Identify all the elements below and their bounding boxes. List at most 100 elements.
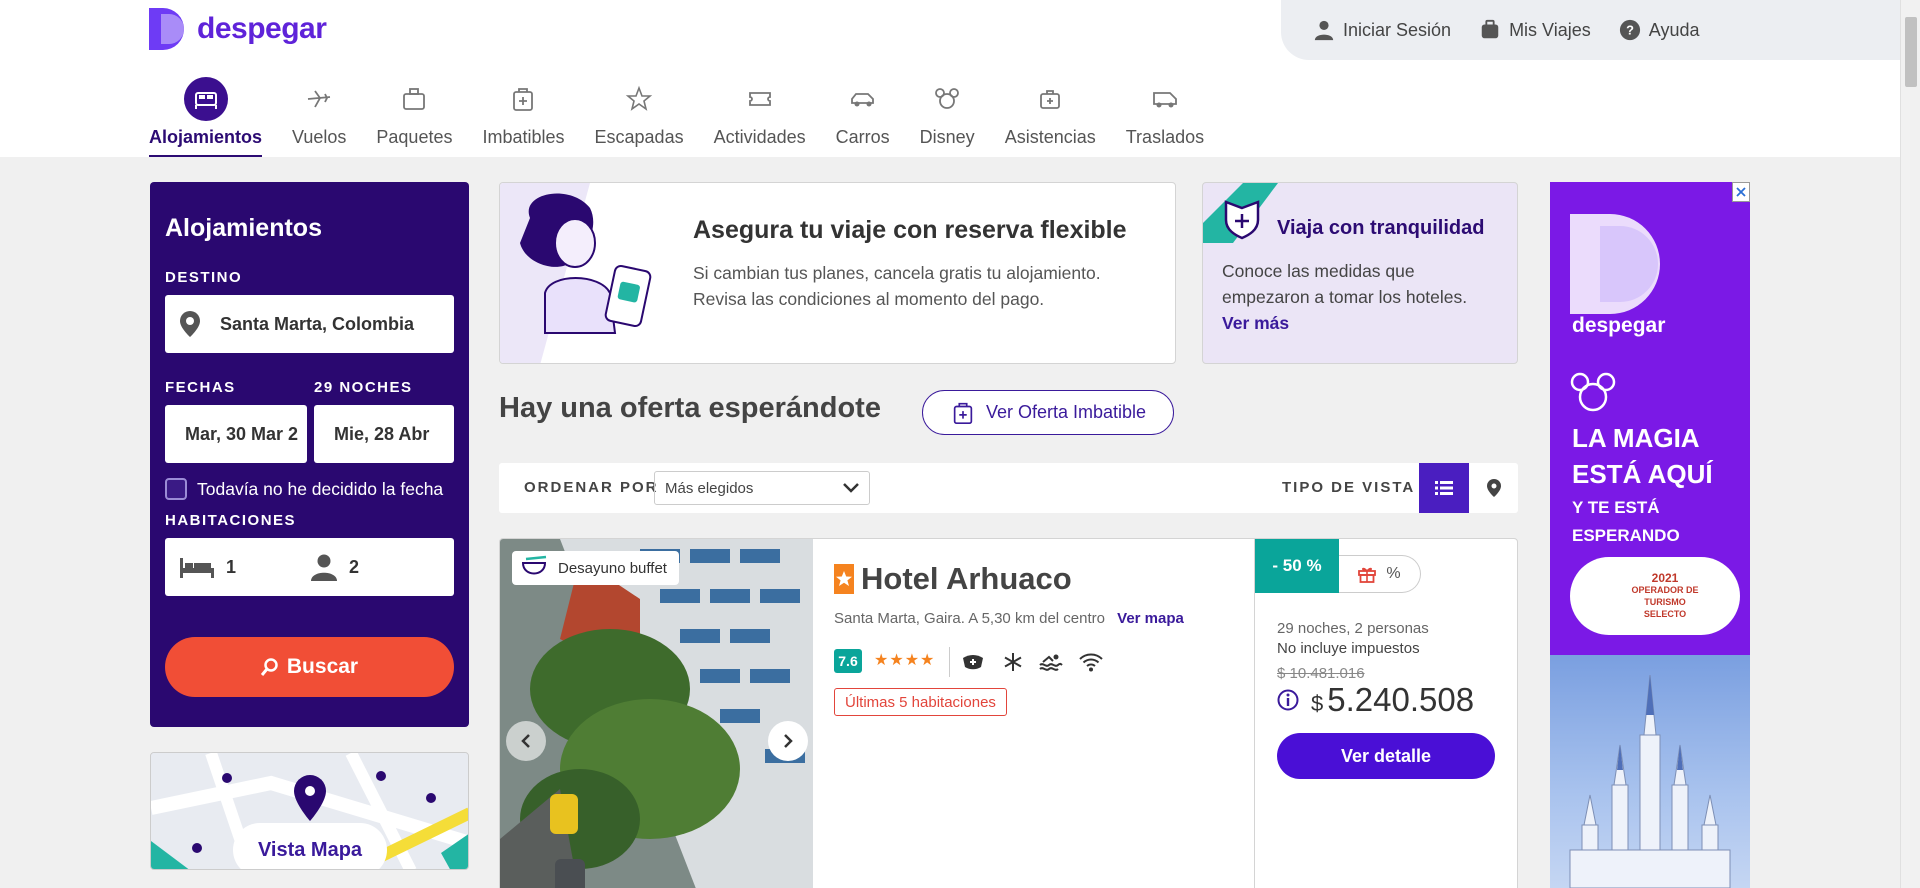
hotel-building-image (500, 539, 813, 888)
gift-percent: % (1386, 565, 1401, 582)
sort-bar: ORDENAR POR Más elegidos TIPO DE VISTA (499, 463, 1518, 513)
see-details-button[interactable]: Ver detalle (1277, 733, 1495, 779)
breakfast-badge: Desayuno buffet (512, 551, 679, 585)
dates-header: FECHAS 29 NOCHES (165, 379, 454, 396)
guest-icon (311, 554, 337, 581)
see-map-link[interactable]: Ver mapa (1117, 610, 1184, 627)
featured-star-badge (834, 564, 854, 594)
help-icon: ? (1619, 19, 1640, 41)
amenity-divider (949, 647, 950, 677)
login-link[interactable]: Iniciar Sesión (1313, 19, 1451, 41)
car-icon (841, 77, 885, 121)
nav-label: Traslados (1125, 127, 1205, 147)
nav-actividades[interactable]: Actividades (699, 77, 821, 157)
hotel-card[interactable]: Desayuno buffet Hotel Arhuaco Santa Mart… (499, 538, 1518, 888)
safety-more-link[interactable]: Ver más (1222, 313, 1289, 333)
safety-text: Conoce las medidas que empezaron a tomar… (1222, 261, 1468, 307)
hotel-name[interactable]: Hotel Arhuaco (861, 561, 1072, 597)
price-currency: $ (1311, 691, 1324, 716)
ad-close-button[interactable] (1732, 182, 1750, 202)
map-view-button[interactable]: Vista Mapa (233, 823, 387, 869)
safety-text-block: Conoce las medidas que empezaron a tomar… (1222, 258, 1507, 336)
search-title: Alojamientos (165, 214, 322, 242)
map-pin-icon (1486, 479, 1501, 497)
despegar-logo[interactable]: despegar (149, 8, 327, 50)
nav-carros[interactable]: Carros (821, 77, 905, 157)
tax-note: No incluye impuestos (1277, 640, 1420, 657)
view-type-label: TIPO DE VISTA (1282, 479, 1416, 496)
safety-banner[interactable]: Viaja con tranquilidad Conoce las medida… (1202, 182, 1518, 364)
map-view-card[interactable]: Vista Mapa (150, 752, 469, 870)
ad-logo-icon (1570, 214, 1660, 314)
search-button[interactable]: Buscar (165, 637, 454, 697)
ticket-icon (738, 77, 782, 121)
offer-button-label: Ver Oferta Imbatible (985, 402, 1147, 422)
chevron-down-icon (843, 483, 859, 493)
flexible-title: Asegura tu viaje con reserva flexible (693, 216, 1127, 244)
rooms-label: HABITACIONES (165, 512, 297, 529)
bed-icon (180, 558, 214, 578)
destination-label: DESTINO (165, 269, 243, 286)
help-link[interactable]: ? Ayuda (1619, 19, 1699, 41)
nav-alojamientos[interactable]: Alojamientos (149, 77, 277, 157)
undecided-row[interactable]: Todavía no he decidido la fecha (165, 478, 454, 500)
destination-field[interactable]: Santa Marta, Colombia (165, 295, 454, 353)
nav-label: Carros (835, 127, 890, 147)
price-amount: 5.240.508 (1327, 681, 1475, 718)
bed-icon (183, 77, 228, 121)
guests-value: 2 (349, 556, 360, 577)
old-price: $ 10.481.016 (1277, 665, 1365, 682)
offer-button[interactable]: Ver Oferta Imbatible (922, 390, 1174, 435)
nav-disney[interactable]: Disney (905, 77, 990, 157)
plane-icon (297, 77, 341, 121)
mickey-icon (925, 77, 969, 121)
nav-asistencias[interactable]: Asistencias (990, 77, 1111, 157)
prev-photo-button[interactable] (506, 721, 546, 761)
account-bar: Iniciar Sesión Mis Viajes ? Ayuda (1281, 0, 1900, 60)
info-icon[interactable] (1277, 689, 1299, 711)
sort-select[interactable]: Más elegidos (654, 471, 870, 505)
nav-label: Asistencias (1004, 127, 1096, 147)
disney-ad-banner[interactable]: despegar LA MAGIA ESTÁ AQUÍ Y TE ESTÁ ES… (1550, 182, 1750, 888)
checkin-field[interactable]: Mar, 30 Mar 2 (165, 405, 307, 463)
map-view-toggle[interactable] (1469, 463, 1518, 513)
hotel-location: Santa Marta, Gaira. A 5,30 km del centro… (834, 610, 1184, 627)
hotel-stars: ★★★★ (874, 652, 936, 669)
nav-escapadas[interactable]: Escapadas (580, 77, 699, 157)
dates-fields: Mar, 30 Mar 2 Mie, 28 Abr (165, 405, 454, 463)
next-photo-button[interactable] (768, 721, 808, 761)
user-icon (1314, 20, 1334, 41)
suitcase-icon (392, 77, 436, 121)
undecided-label: Todavía no he decidido la fecha (197, 478, 444, 499)
badge-text-block: 2021 OPERADOR DE TURISMO SELECTO (1625, 572, 1705, 620)
hotel-location-text: Santa Marta, Gaira. A 5,30 km del centro (834, 610, 1105, 627)
nav-label: Alojamientos (149, 127, 263, 147)
checkout-field[interactable]: Mie, 28 Abr (314, 405, 454, 463)
breakfast-label: Desayuno buffet (558, 559, 667, 577)
my-trips-link[interactable]: Mis Viajes (1479, 19, 1591, 41)
flexible-text: Si cambian tus planes, cancela gratis tu… (693, 263, 1101, 309)
tag-icon (501, 77, 545, 121)
flexible-booking-banner[interactable]: Asegura tu viaje con reserva flexible Si… (499, 182, 1176, 364)
logo-text: despegar (197, 12, 327, 45)
search-button-label: Buscar (286, 655, 359, 678)
nav-imbatibles[interactable]: Imbatibles (467, 77, 579, 157)
van-icon (1143, 77, 1187, 121)
my-trips-label: Mis Viajes (1509, 19, 1591, 40)
nav-paquetes[interactable]: Paquetes (361, 77, 467, 157)
nav-traslados[interactable]: Traslados (1111, 77, 1219, 157)
nav-vuelos[interactable]: Vuelos (277, 77, 361, 157)
scrollbar-thumb[interactable] (1905, 17, 1917, 87)
rooms-guests-field[interactable]: 1 2 (165, 538, 454, 596)
svg-text:?: ? (1626, 23, 1634, 38)
badge-year: 2021 (1651, 571, 1679, 585)
page-scrollbar[interactable] (1900, 0, 1920, 888)
destination-value: Santa Marta, Colombia (220, 313, 415, 334)
medkit-icon (1028, 77, 1072, 121)
discount-badge: - 50 % (1255, 539, 1339, 593)
hotel-photo[interactable]: Desayuno buffet (500, 539, 813, 888)
undecided-checkbox[interactable] (165, 478, 187, 500)
last-rooms-badge: Últimas 5 habitaciones (834, 688, 1007, 716)
breakfast-icon (521, 555, 547, 575)
list-view-button[interactable] (1419, 463, 1469, 513)
